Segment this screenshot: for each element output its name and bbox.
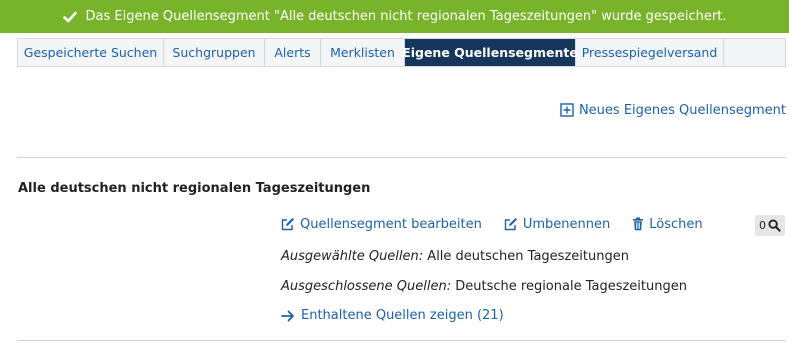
plus-square-icon [560,103,574,117]
new-segment-label: Neues Eigenes Quellensegment [578,102,786,118]
tab-gespeicherte-suchen[interactable]: Gespeicherte Suchen [18,39,164,66]
tab-suchgruppen[interactable]: Suchgruppen [164,39,265,66]
edit-segment-button[interactable]: Quellensegment bearbeiten [281,217,482,232]
edit-icon [504,218,517,231]
tab-bar: Gespeicherte Suchen Suchgruppen Alerts M… [17,38,786,67]
delete-button[interactable]: Löschen [632,216,703,232]
selected-sources-label: Ausgewählte Quellen: [281,249,424,264]
search-count-button[interactable]: 0 [755,215,785,236]
arrow-right-icon [281,310,294,321]
show-sources-label: Enthaltene Quellen zeigen (21) [301,308,504,323]
rename-button[interactable]: Umbenennen [504,217,610,232]
banner-message: Das Eigene Quellensegment "Alle deutsche… [85,9,727,24]
divider [17,157,786,158]
segment-title: Alle deutschen nicht regionalen Tageszei… [18,181,371,196]
tab-eigene-quellensegmente[interactable]: Eigene Quellensegmente [402,39,578,66]
edit-segment-label: Quellensegment bearbeiten [300,216,482,232]
show-sources-link[interactable]: Enthaltene Quellen zeigen (21) [281,308,504,323]
excluded-sources-line: Ausgeschlossene Quellen: Deutsche region… [281,279,687,294]
trash-icon [633,217,644,231]
selected-sources-line: Ausgewählte Quellen: Alle deutschen Tage… [281,249,629,264]
segment-actions: Quellensegment bearbeiten Umbenennen Lös… [281,215,725,233]
check-icon [62,11,77,22]
search-icon [768,219,781,232]
count-value: 0 [759,219,766,232]
tab-pressespiegelversand[interactable]: Pressespiegelversand [576,39,724,66]
edit-icon [281,218,294,231]
tab-merklisten[interactable]: Merklisten [321,39,405,66]
delete-label: Löschen [649,216,703,232]
excluded-sources-value: Deutsche regionale Tageszeitungen [455,279,687,294]
rename-label: Umbenennen [522,216,611,232]
tab-alerts[interactable]: Alerts [265,39,321,66]
excluded-sources-label: Ausgeschlossene Quellen: [281,279,452,294]
divider [17,340,786,341]
success-banner: Das Eigene Quellensegment "Alle deutsche… [0,0,789,33]
selected-sources-value: Alle deutschen Tageszeitungen [427,249,629,264]
new-segment-button[interactable]: Neues Eigenes Quellensegment [560,101,786,119]
